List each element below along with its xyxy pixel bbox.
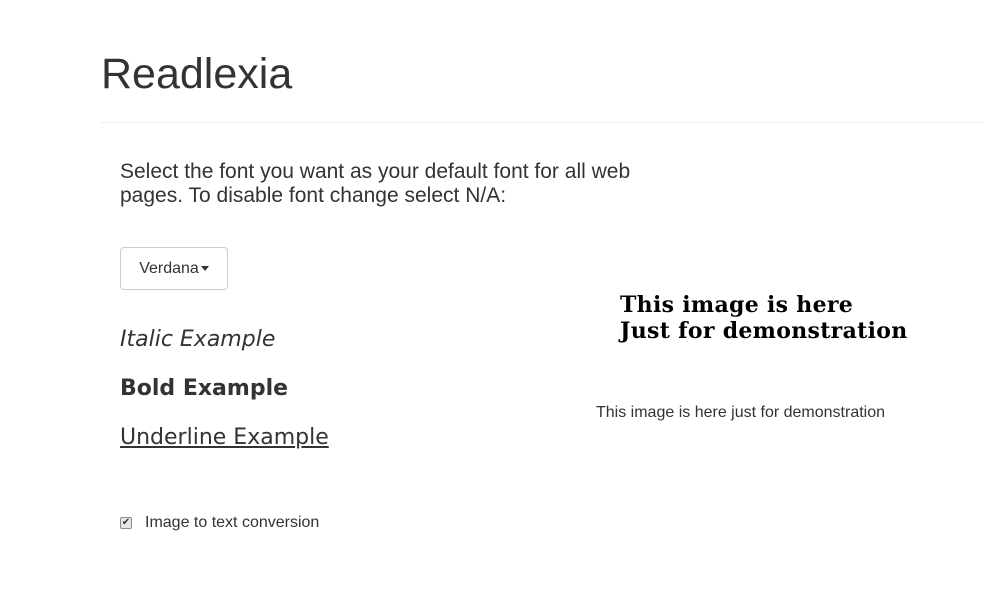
image-to-text-label[interactable]: Image to text conversion	[145, 513, 319, 533]
image-to-text-option: ✔ Image to text conversion	[120, 513, 319, 533]
caret-down-icon	[200, 266, 209, 271]
demo-image-line-2: Just for demonstration	[620, 318, 908, 344]
demo-image-line-1: This image is here	[620, 292, 854, 318]
demo-image: This image is here Just for demonstratio…	[620, 292, 920, 348]
page-title: Readlexia	[101, 50, 293, 98]
font-select-value: Verdana	[139, 259, 199, 277]
underline-example: Underline Example	[120, 425, 329, 450]
bold-example: Bold Example	[120, 376, 289, 401]
image-to-text-checkbox[interactable]: ✔	[120, 517, 132, 529]
demo-image-caption: This image is here just for demonstratio…	[596, 404, 886, 421]
title-divider	[101, 122, 983, 123]
font-select-dropdown[interactable]: Verdana	[120, 247, 228, 290]
instructions-text: Select the font you want as your default…	[120, 160, 631, 207]
italic-example: Italic Example	[120, 327, 276, 352]
